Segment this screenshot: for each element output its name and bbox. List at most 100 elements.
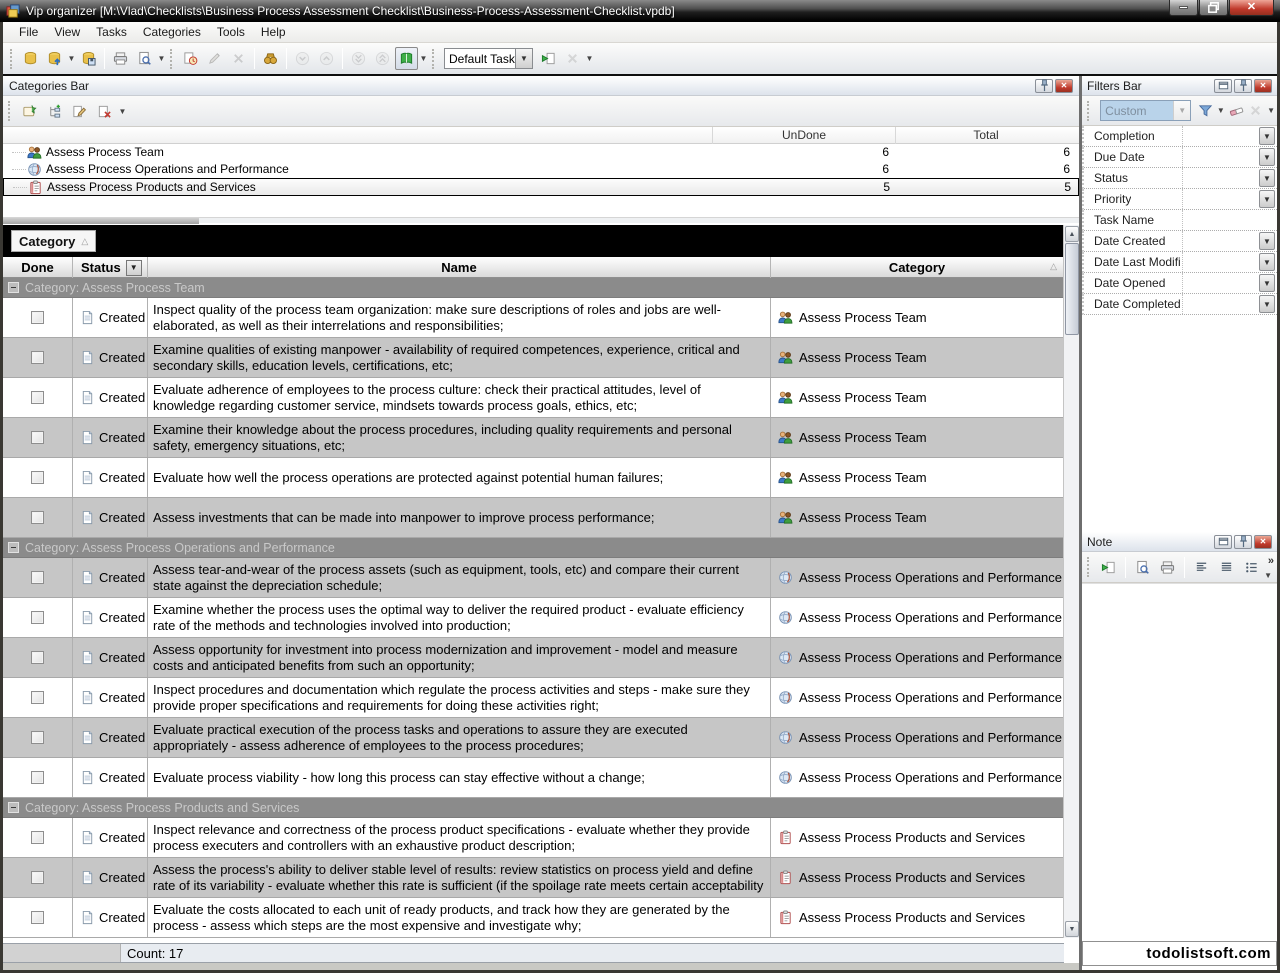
toolbar-options-dropdown-icon[interactable]: ▼ (585, 54, 594, 63)
print-preview-button[interactable] (133, 47, 156, 70)
group-header[interactable]: Category: Assess Process Operations and … (3, 538, 1064, 558)
table-row[interactable]: Created Inspect procedures and documenta… (3, 678, 1064, 718)
toolbar-grip[interactable] (170, 49, 175, 69)
print-button[interactable] (109, 47, 132, 70)
done-checkbox[interactable] (31, 691, 44, 704)
collapse-icon[interactable] (8, 802, 19, 813)
table-row[interactable]: Created Inspect relevance and correctnes… (3, 818, 1064, 858)
insert-template-button[interactable] (537, 47, 560, 70)
category-tree-item[interactable]: Assess Process Operations and Performanc… (3, 161, 1079, 178)
table-row[interactable]: Created Evaluate how well the process op… (3, 458, 1064, 498)
edit-category-button[interactable] (68, 100, 91, 123)
note-close-button[interactable]: ✕ (1254, 535, 1272, 549)
filter-preset-select[interactable]: Custom ▼ (1100, 100, 1191, 121)
filter-dropdown-icon[interactable]: ▼ (1217, 106, 1225, 115)
note-align-left-button[interactable] (1190, 556, 1213, 579)
filter-dropdown-button[interactable]: ▼ (1259, 274, 1275, 292)
group-by-box[interactable]: Category △ (11, 230, 96, 252)
table-row[interactable]: Created Assess investments that can be m… (3, 498, 1064, 538)
done-checkbox[interactable] (31, 431, 44, 444)
group-header[interactable]: Category: Assess Process Team (3, 278, 1064, 298)
menu-item-tasks[interactable]: Tasks (88, 22, 135, 42)
note-align-justify-button[interactable] (1215, 556, 1238, 579)
new-subcategory-button[interactable] (43, 100, 66, 123)
notes-toggle-button[interactable] (395, 47, 418, 70)
move-up-button[interactable] (315, 47, 338, 70)
done-checkbox[interactable] (31, 731, 44, 744)
categories-close-button[interactable]: ✕ (1055, 79, 1073, 93)
category-tree-item[interactable]: Assess Process Team 6 6 (3, 144, 1079, 161)
filter-dropdown-button[interactable]: ▼ (1259, 253, 1275, 271)
task-grid-vscrollbar[interactable]: ▲ ▼ (1063, 225, 1079, 938)
apply-filter-button[interactable] (1197, 99, 1214, 122)
category-column-header[interactable]: Category △ (771, 257, 1064, 278)
toolbar-grip[interactable] (8, 101, 13, 121)
toolbar-grip[interactable] (432, 49, 437, 69)
move-to-bottom-button[interactable] (347, 47, 370, 70)
done-checkbox[interactable] (31, 471, 44, 484)
filter-dropdown-button[interactable]: ▼ (1259, 169, 1275, 187)
done-checkbox[interactable] (31, 391, 44, 404)
scroll-up-button[interactable]: ▲ (1065, 226, 1079, 242)
table-row[interactable]: Created Evaluate the costs allocated to … (3, 898, 1064, 938)
clear-filter-button[interactable] (1228, 99, 1245, 122)
done-checkbox[interactable] (31, 571, 44, 584)
done-checkbox[interactable] (31, 911, 44, 924)
print-preview-dropdown-icon[interactable]: ▼ (157, 54, 166, 63)
filters-pin-button[interactable] (1234, 79, 1252, 93)
done-checkbox[interactable] (31, 311, 44, 324)
done-checkbox[interactable] (31, 651, 44, 664)
move-down-button[interactable] (291, 47, 314, 70)
table-row[interactable]: Created Assess tear-and-wear of the proc… (3, 558, 1064, 598)
open-database-button[interactable] (43, 47, 66, 70)
delete-task-button[interactable] (227, 47, 250, 70)
vscroll-thumb[interactable] (1065, 243, 1079, 335)
table-row[interactable]: Created Examine whether the process uses… (3, 598, 1064, 638)
note-pin-button[interactable] (1234, 535, 1252, 549)
filter-dropdown-button[interactable]: ▼ (1259, 127, 1275, 145)
delete-category-button[interactable] (93, 100, 116, 123)
save-database-button[interactable] (77, 47, 100, 70)
delete-template-button[interactable] (561, 47, 584, 70)
toolbar-grip[interactable] (1087, 557, 1092, 577)
menu-item-categories[interactable]: Categories (135, 22, 209, 42)
filters-toolbar-options-icon[interactable]: ▼ (1267, 106, 1275, 115)
note-content[interactable] (1082, 583, 1277, 941)
new-database-button[interactable] (19, 47, 42, 70)
status-column-header[interactable]: Status ▼ (73, 257, 148, 278)
done-checkbox[interactable] (31, 831, 44, 844)
note-preview-button[interactable] (1131, 556, 1154, 579)
toolbar-grip[interactable] (10, 49, 15, 69)
filter-dropdown-button[interactable]: ▼ (1259, 190, 1275, 208)
categories-hscrollbar[interactable] (3, 217, 1079, 223)
filter-dropdown-button[interactable]: ▼ (1259, 295, 1275, 313)
move-to-top-button[interactable] (371, 47, 394, 70)
categories-toolbar-dropdown-icon[interactable]: ▼ (118, 107, 127, 116)
done-column-header[interactable]: Done (3, 257, 73, 278)
note-insert-link-button[interactable] (1097, 556, 1120, 579)
filters-restore-button[interactable] (1214, 79, 1232, 93)
table-row[interactable]: Created Evaluate adherence of employees … (3, 378, 1064, 418)
new-category-button[interactable] (18, 100, 41, 123)
status-filter-dropdown-icon[interactable]: ▼ (126, 260, 142, 276)
delete-filter-button[interactable] (1247, 99, 1264, 122)
notes-dropdown-icon[interactable]: ▼ (419, 54, 428, 63)
note-print-button[interactable] (1156, 556, 1179, 579)
hscroll-thumb[interactable] (3, 218, 199, 224)
table-row[interactable]: Created Evaluate practical execution of … (3, 718, 1064, 758)
done-checkbox[interactable] (31, 771, 44, 784)
menu-item-file[interactable]: File (11, 22, 46, 42)
collapse-icon[interactable] (8, 282, 19, 293)
done-checkbox[interactable] (31, 611, 44, 624)
done-checkbox[interactable] (31, 511, 44, 524)
menu-item-tools[interactable]: Tools (209, 22, 253, 42)
restore-button[interactable] (1199, 0, 1228, 16)
group-header[interactable]: Category: Assess Process Products and Se… (3, 798, 1064, 818)
minimize-button[interactable] (1169, 0, 1198, 16)
table-row[interactable]: Created Examine qualities of existing ma… (3, 338, 1064, 378)
open-database-dropdown-icon[interactable]: ▼ (67, 54, 76, 63)
table-row[interactable]: Created Assess the process's ability to … (3, 858, 1064, 898)
total-column-header[interactable]: Total (895, 127, 1076, 144)
categories-pin-button[interactable] (1035, 79, 1053, 93)
table-row[interactable]: Created Evaluate process viability - how… (3, 758, 1064, 798)
